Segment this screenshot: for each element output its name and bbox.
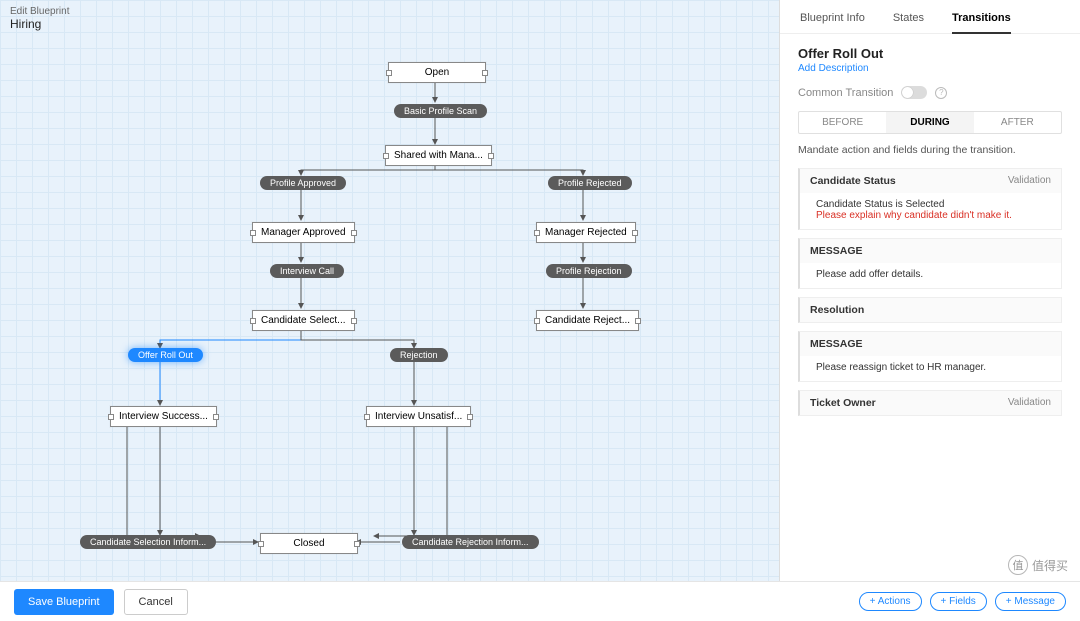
field-item[interactable]: Resolution	[798, 297, 1062, 323]
add-message-button[interactable]: + Message	[995, 592, 1066, 611]
tab-transitions[interactable]: Transitions	[952, 8, 1011, 34]
field-item[interactable]: MESSAGE Please add offer details.	[798, 238, 1062, 289]
field-item[interactable]: Ticket Owner Validation	[798, 390, 1062, 416]
field-name: Candidate Status	[810, 175, 896, 187]
state-candidate-reject[interactable]: Candidate Reject...	[536, 310, 639, 331]
save-blueprint-button[interactable]: Save Blueprint	[14, 589, 114, 615]
field-body: Candidate Status is SelectedPlease expla…	[800, 193, 1061, 229]
field-tag: Validation	[1008, 397, 1051, 409]
state-open[interactable]: Open	[388, 62, 486, 83]
phase-subtabs: BEFORE DURING AFTER	[798, 111, 1062, 134]
subtab-during[interactable]: DURING	[886, 112, 973, 133]
common-transition-toggle[interactable]	[901, 86, 927, 99]
footer-bar: Save Blueprint Cancel + Actions + Fields…	[0, 581, 1080, 621]
fields-list: Candidate Status Validation Candidate Stat…	[798, 168, 1062, 416]
transition-interview-call[interactable]: Interview Call	[270, 264, 344, 278]
edit-label: Edit Blueprint	[10, 6, 69, 17]
field-name: Ticket Owner	[810, 397, 876, 409]
edit-blueprint-header: Edit Blueprint Hiring	[10, 6, 69, 31]
state-interview-success[interactable]: Interview Success...	[110, 406, 217, 427]
transition-title: Offer Roll Out	[798, 46, 1062, 61]
flow-canvas[interactable]: Open Basic Profile Scan Shared with Mana…	[0, 0, 779, 581]
state-closed[interactable]: Closed	[260, 533, 358, 554]
blueprint-name: Hiring	[10, 17, 69, 31]
transition-basic-profile-scan[interactable]: Basic Profile Scan	[394, 104, 487, 118]
transition-offer-roll-out[interactable]: Offer Roll Out	[128, 348, 203, 362]
state-shared-with-manager[interactable]: Shared with Mana...	[385, 145, 492, 166]
transition-profile-rejected[interactable]: Profile Rejected	[548, 176, 632, 190]
field-name: MESSAGE	[810, 338, 863, 350]
transition-candidate-selection-inform[interactable]: Candidate Selection Inform...	[80, 535, 216, 549]
state-manager-rejected[interactable]: Manager Rejected	[536, 222, 636, 243]
subtab-before[interactable]: BEFORE	[799, 112, 886, 133]
info-icon[interactable]: ?	[935, 87, 947, 99]
field-body: Please add offer details.	[800, 263, 1061, 288]
add-description-link[interactable]: Add Description	[798, 63, 1062, 74]
add-actions-button[interactable]: + Actions	[859, 592, 922, 611]
mandate-text: Mandate action and fields during the tra…	[798, 144, 1062, 156]
transition-profile-approved[interactable]: Profile Approved	[260, 176, 346, 190]
state-manager-approved[interactable]: Manager Approved	[252, 222, 355, 243]
transition-profile-rejection[interactable]: Profile Rejection	[546, 264, 632, 278]
common-transition-label: Common Transition	[798, 87, 893, 99]
state-candidate-select[interactable]: Candidate Select...	[252, 310, 355, 331]
connectors	[0, 0, 779, 581]
field-name: Resolution	[810, 304, 864, 316]
field-tag: Validation	[1008, 175, 1051, 187]
field-body: Please reassign ticket to HR manager.	[800, 356, 1061, 381]
cancel-button[interactable]: Cancel	[124, 589, 188, 615]
field-item[interactable]: MESSAGE Please reassign ticket to HR mana…	[798, 331, 1062, 382]
side-panel: Blueprint Info States Transitions Offer …	[780, 0, 1080, 581]
subtab-after[interactable]: AFTER	[974, 112, 1061, 133]
tab-states[interactable]: States	[893, 8, 924, 33]
field-name: MESSAGE	[810, 245, 863, 257]
add-fields-button[interactable]: + Fields	[930, 592, 987, 611]
tab-blueprint-info[interactable]: Blueprint Info	[800, 8, 865, 33]
transition-rejection[interactable]: Rejection	[390, 348, 448, 362]
state-interview-unsatisfactory[interactable]: Interview Unsatisf...	[366, 406, 471, 427]
transition-candidate-rejection-inform[interactable]: Candidate Rejection Inform...	[402, 535, 539, 549]
field-item[interactable]: Candidate Status Validation Candidate Stat…	[798, 168, 1062, 230]
panel-tabs: Blueprint Info States Transitions	[780, 0, 1080, 34]
